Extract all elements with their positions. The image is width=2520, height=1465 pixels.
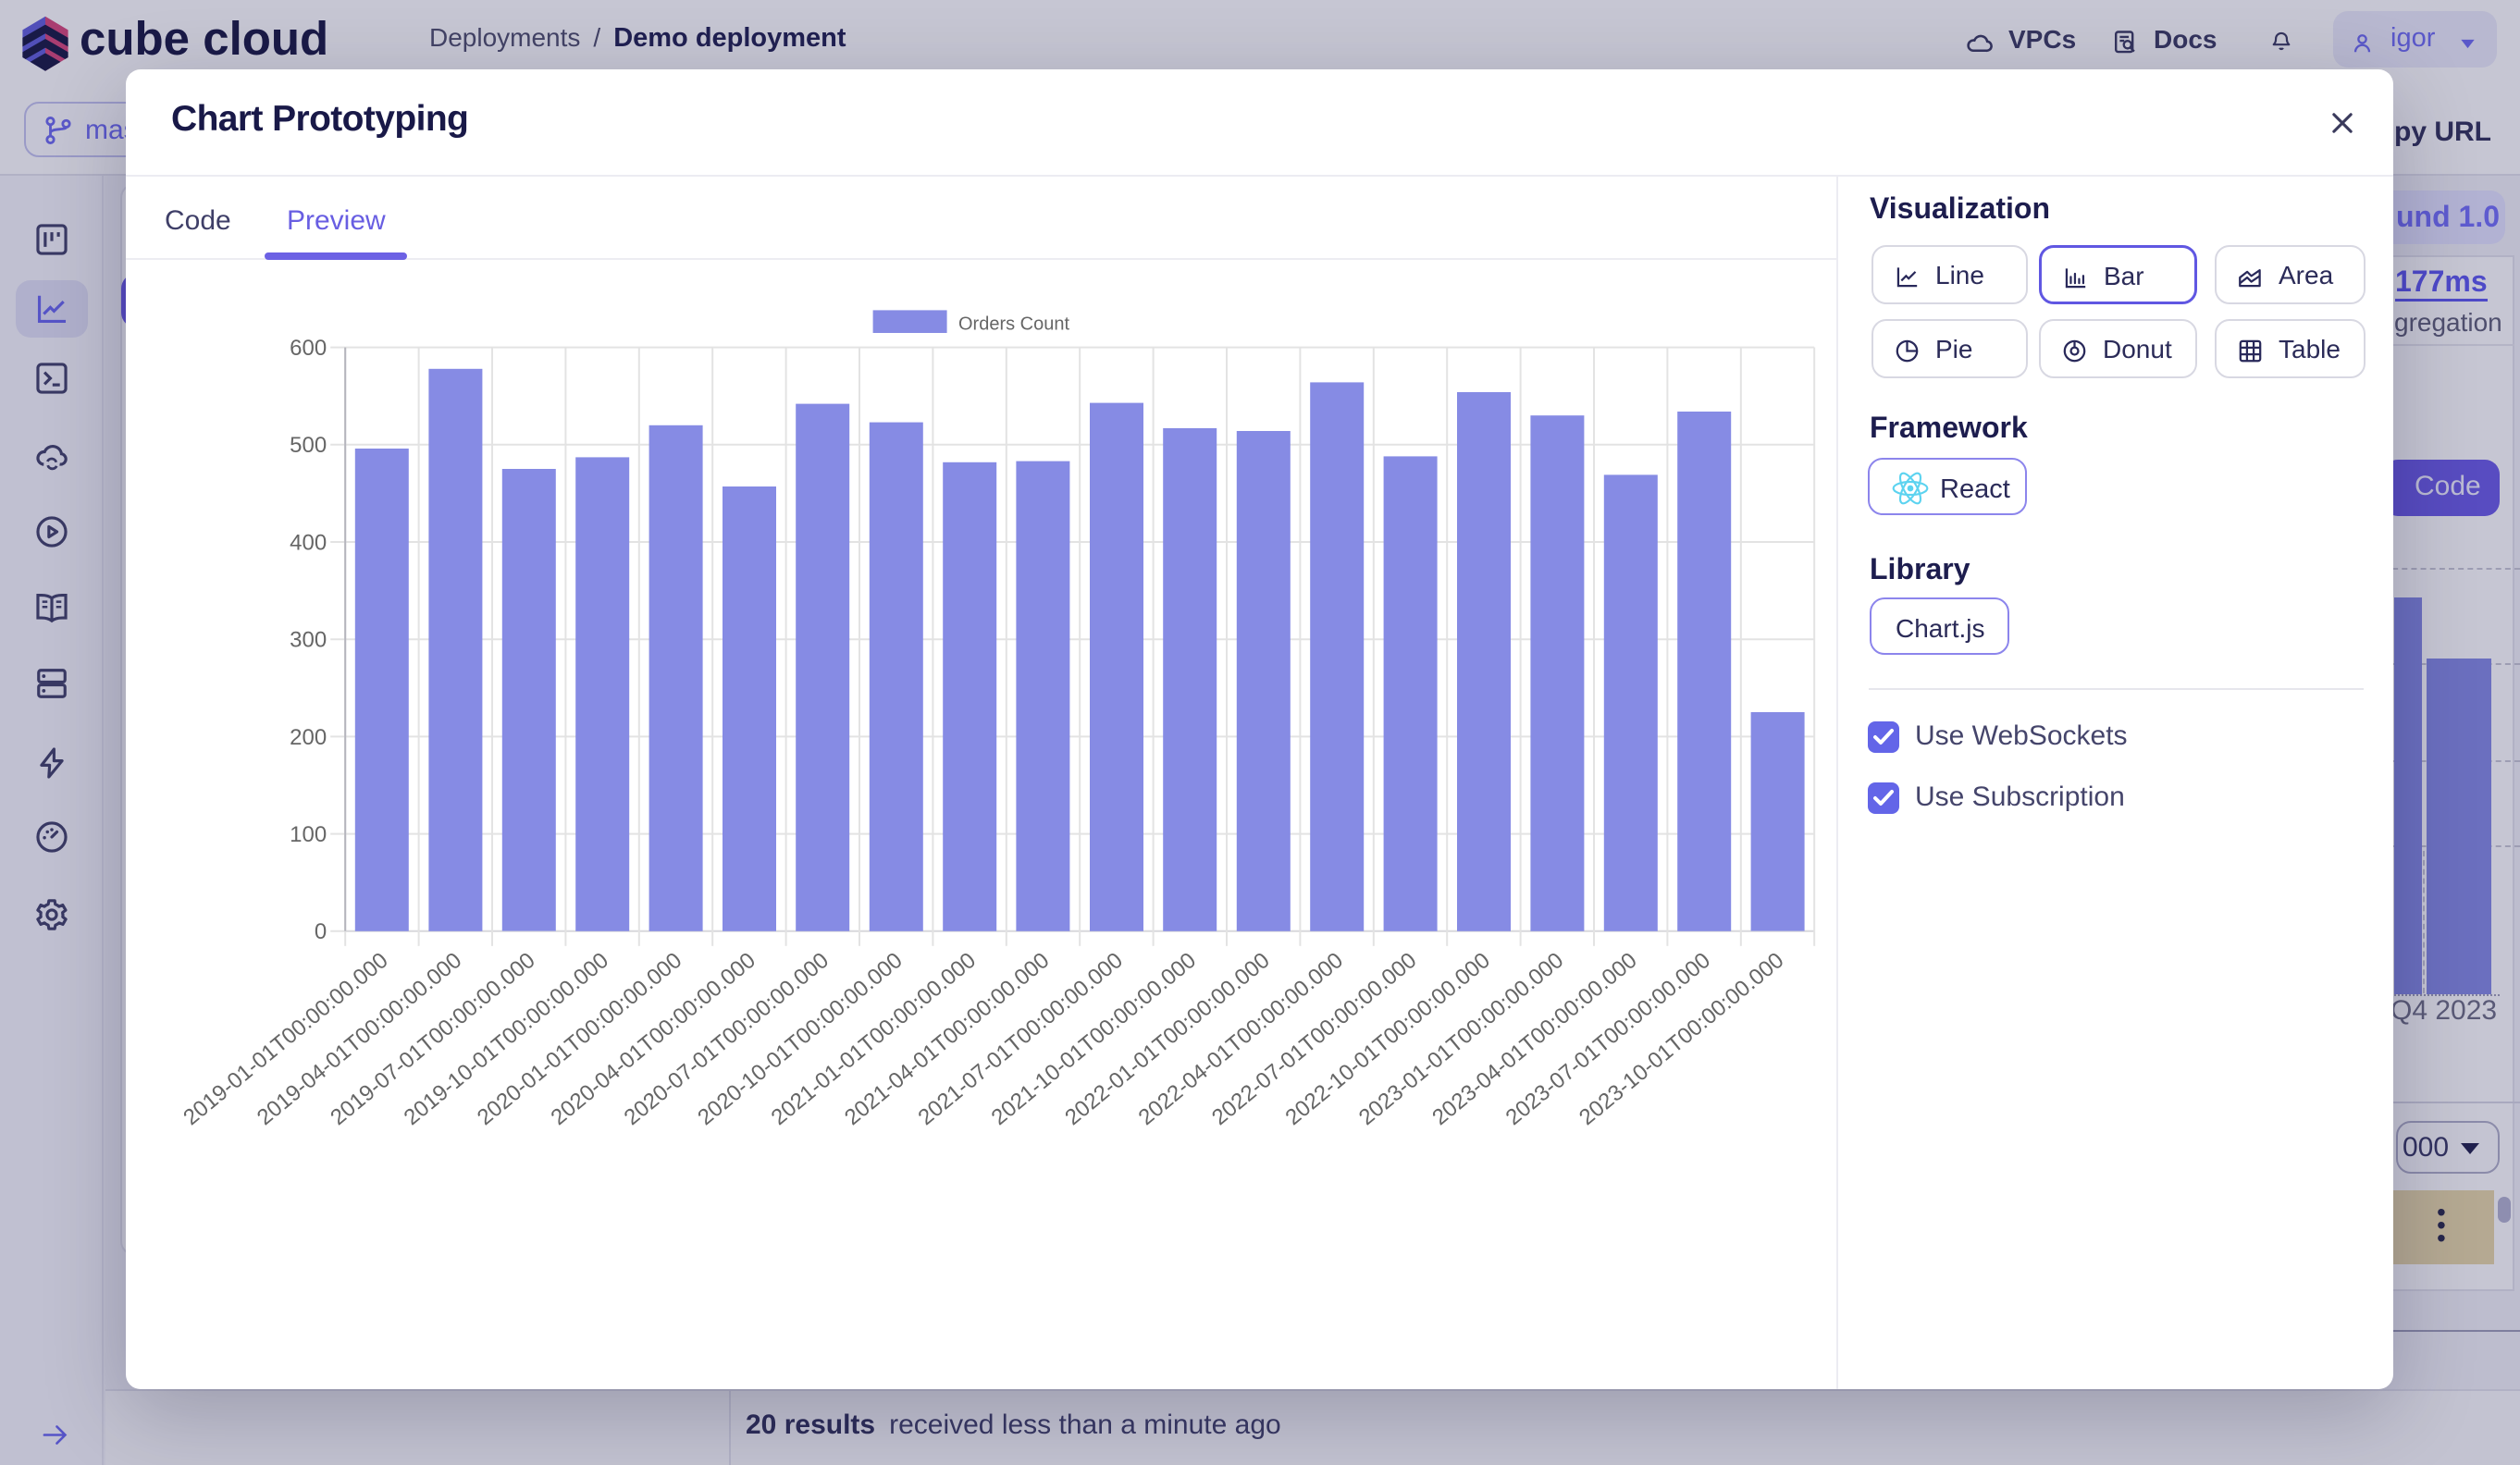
svg-text:300: 300 <box>290 628 327 653</box>
svg-text:0: 0 <box>315 919 327 944</box>
svg-text:200: 200 <box>290 725 327 750</box>
svg-text:600: 600 <box>290 336 327 361</box>
svg-text:Orders Count: Orders Count <box>958 314 1069 334</box>
svg-text:500: 500 <box>290 433 327 458</box>
svg-text:400: 400 <box>290 530 327 555</box>
svg-text:100: 100 <box>290 822 327 847</box>
